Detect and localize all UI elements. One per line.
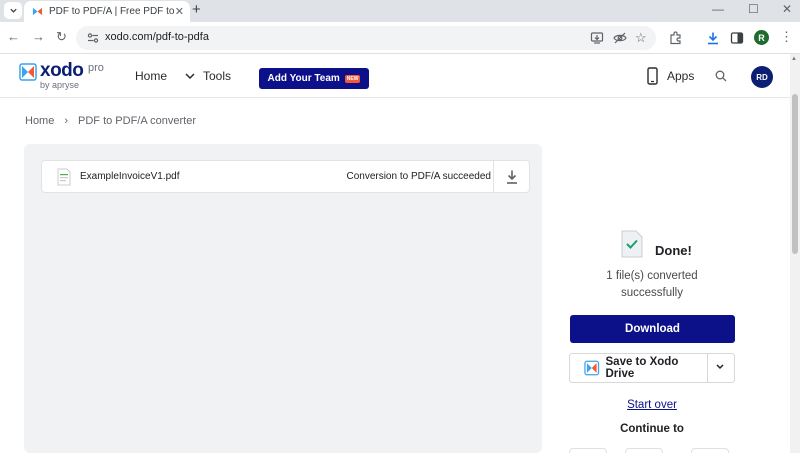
converted-message: 1 file(s) converted successfully xyxy=(569,268,735,302)
file-status: Conversion to PDF/A succeeded xyxy=(346,171,491,182)
star-icon[interactable]: ☆ xyxy=(635,30,649,45)
install-app-icon[interactable] xyxy=(590,31,604,45)
browser-toolbar: ← → ↻ xodo.com/pdf-to-pdfa ☆ R ⋮ xyxy=(0,22,800,54)
continue-option[interactable] xyxy=(569,448,607,453)
logo-pro: pro xyxy=(88,62,104,74)
save-to-drive-button: Save to Xodo Drive xyxy=(569,353,735,383)
reload-icon[interactable]: ↻ xyxy=(56,29,67,45)
extensions-icon[interactable] xyxy=(669,31,683,45)
address-bar[interactable]: xodo.com/pdf-to-pdfa ☆ xyxy=(76,26,656,50)
page-scrollbar[interactable]: ▲ xyxy=(790,54,800,453)
breadcrumb: Home › PDF to PDF/A converter xyxy=(25,115,196,127)
phone-icon xyxy=(647,67,658,85)
download-icon[interactable] xyxy=(505,169,519,185)
user-avatar[interactable]: RD xyxy=(751,66,773,88)
xodo-drive-icon xyxy=(584,360,600,376)
apps-label: Apps xyxy=(667,69,695,83)
back-icon[interactable]: ← xyxy=(7,29,20,44)
file-name: ExampleInvoiceV1.pdf xyxy=(80,171,180,182)
nav-tools[interactable]: Tools xyxy=(185,69,231,83)
window-close-icon[interactable]: ✕ xyxy=(782,2,792,16)
file-icon xyxy=(57,168,71,186)
breadcrumb-separator: › xyxy=(64,115,69,127)
file-row: ExampleInvoiceV1.pdf Conversion to PDF/A… xyxy=(41,160,530,193)
continue-option[interactable] xyxy=(691,448,729,453)
site-info-icon[interactable] xyxy=(86,31,100,45)
forward-icon[interactable]: → xyxy=(32,29,45,44)
xodo-favicon-icon xyxy=(32,7,43,16)
download-button[interactable]: Download xyxy=(570,315,735,343)
eye-off-icon[interactable] xyxy=(613,31,627,45)
done-title: Done! xyxy=(655,243,692,258)
scroll-thumb[interactable] xyxy=(792,94,798,254)
close-icon[interactable]: ✕ xyxy=(175,5,184,18)
browser-tab[interactable]: PDF to PDF/A | Free PDF to PDF/A Convert… xyxy=(24,1,190,22)
file-row-divider xyxy=(493,161,494,192)
logo-wordmark: xodo xyxy=(40,60,84,81)
add-your-team-label: Add Your Team xyxy=(267,73,340,84)
chevron-down-icon[interactable] xyxy=(715,363,725,371)
new-tab-icon[interactable]: + xyxy=(192,1,201,19)
save-split-divider xyxy=(707,354,708,382)
url-text: xodo.com/pdf-to-pdfa xyxy=(105,31,209,43)
minimize-icon[interactable]: — xyxy=(712,2,724,16)
converted-line-2: successfully xyxy=(621,287,683,299)
breadcrumb-current: PDF to PDF/A converter xyxy=(78,115,196,127)
apps-menu[interactable]: Apps xyxy=(647,67,694,85)
downloads-icon[interactable] xyxy=(706,31,720,45)
save-to-drive-label: Save to Xodo Drive xyxy=(605,356,679,380)
document-check-icon xyxy=(621,230,643,258)
search-icon[interactable] xyxy=(715,70,727,82)
profile-avatar[interactable]: R xyxy=(754,30,769,45)
tab-title: PDF to PDF/A | Free PDF to PDF/A Convert… xyxy=(49,6,177,17)
continue-option[interactable] xyxy=(625,448,663,453)
chevron-down-icon xyxy=(185,72,195,79)
start-over-link[interactable]: Start over xyxy=(569,399,735,411)
scroll-up-icon[interactable]: ▲ xyxy=(791,56,797,62)
nav-home[interactable]: Home xyxy=(135,69,167,83)
tab-search-icon[interactable] xyxy=(4,2,22,19)
new-badge: NEW xyxy=(344,74,361,83)
converted-line-1: 1 file(s) converted xyxy=(606,270,698,282)
add-your-team-button[interactable]: Add Your Team NEW xyxy=(259,68,369,89)
kebab-menu-icon[interactable]: ⋮ xyxy=(780,29,793,45)
browser-tab-bar: PDF to PDF/A | Free PDF to PDF/A Convert… xyxy=(0,0,800,22)
save-to-drive-main[interactable]: Save to Xodo Drive xyxy=(570,354,707,382)
file-panel: ExampleInvoiceV1.pdf Conversion to PDF/A… xyxy=(24,144,542,453)
continue-to-heading: Continue to xyxy=(620,423,684,435)
logo-by-apryse: by apryse xyxy=(40,80,80,90)
maximize-icon[interactable]: ☐ xyxy=(748,2,759,16)
side-panel-icon[interactable] xyxy=(730,31,744,45)
breadcrumb-home[interactable]: Home xyxy=(25,115,54,127)
site-header: xodo pro by apryse Home Tools Add Your T… xyxy=(0,54,790,98)
xodo-logo-icon xyxy=(19,63,37,81)
done-header: Done! xyxy=(621,230,711,260)
xodo-logo[interactable]: xodo pro by apryse xyxy=(19,60,109,91)
nav-tools-label: Tools xyxy=(203,69,232,83)
